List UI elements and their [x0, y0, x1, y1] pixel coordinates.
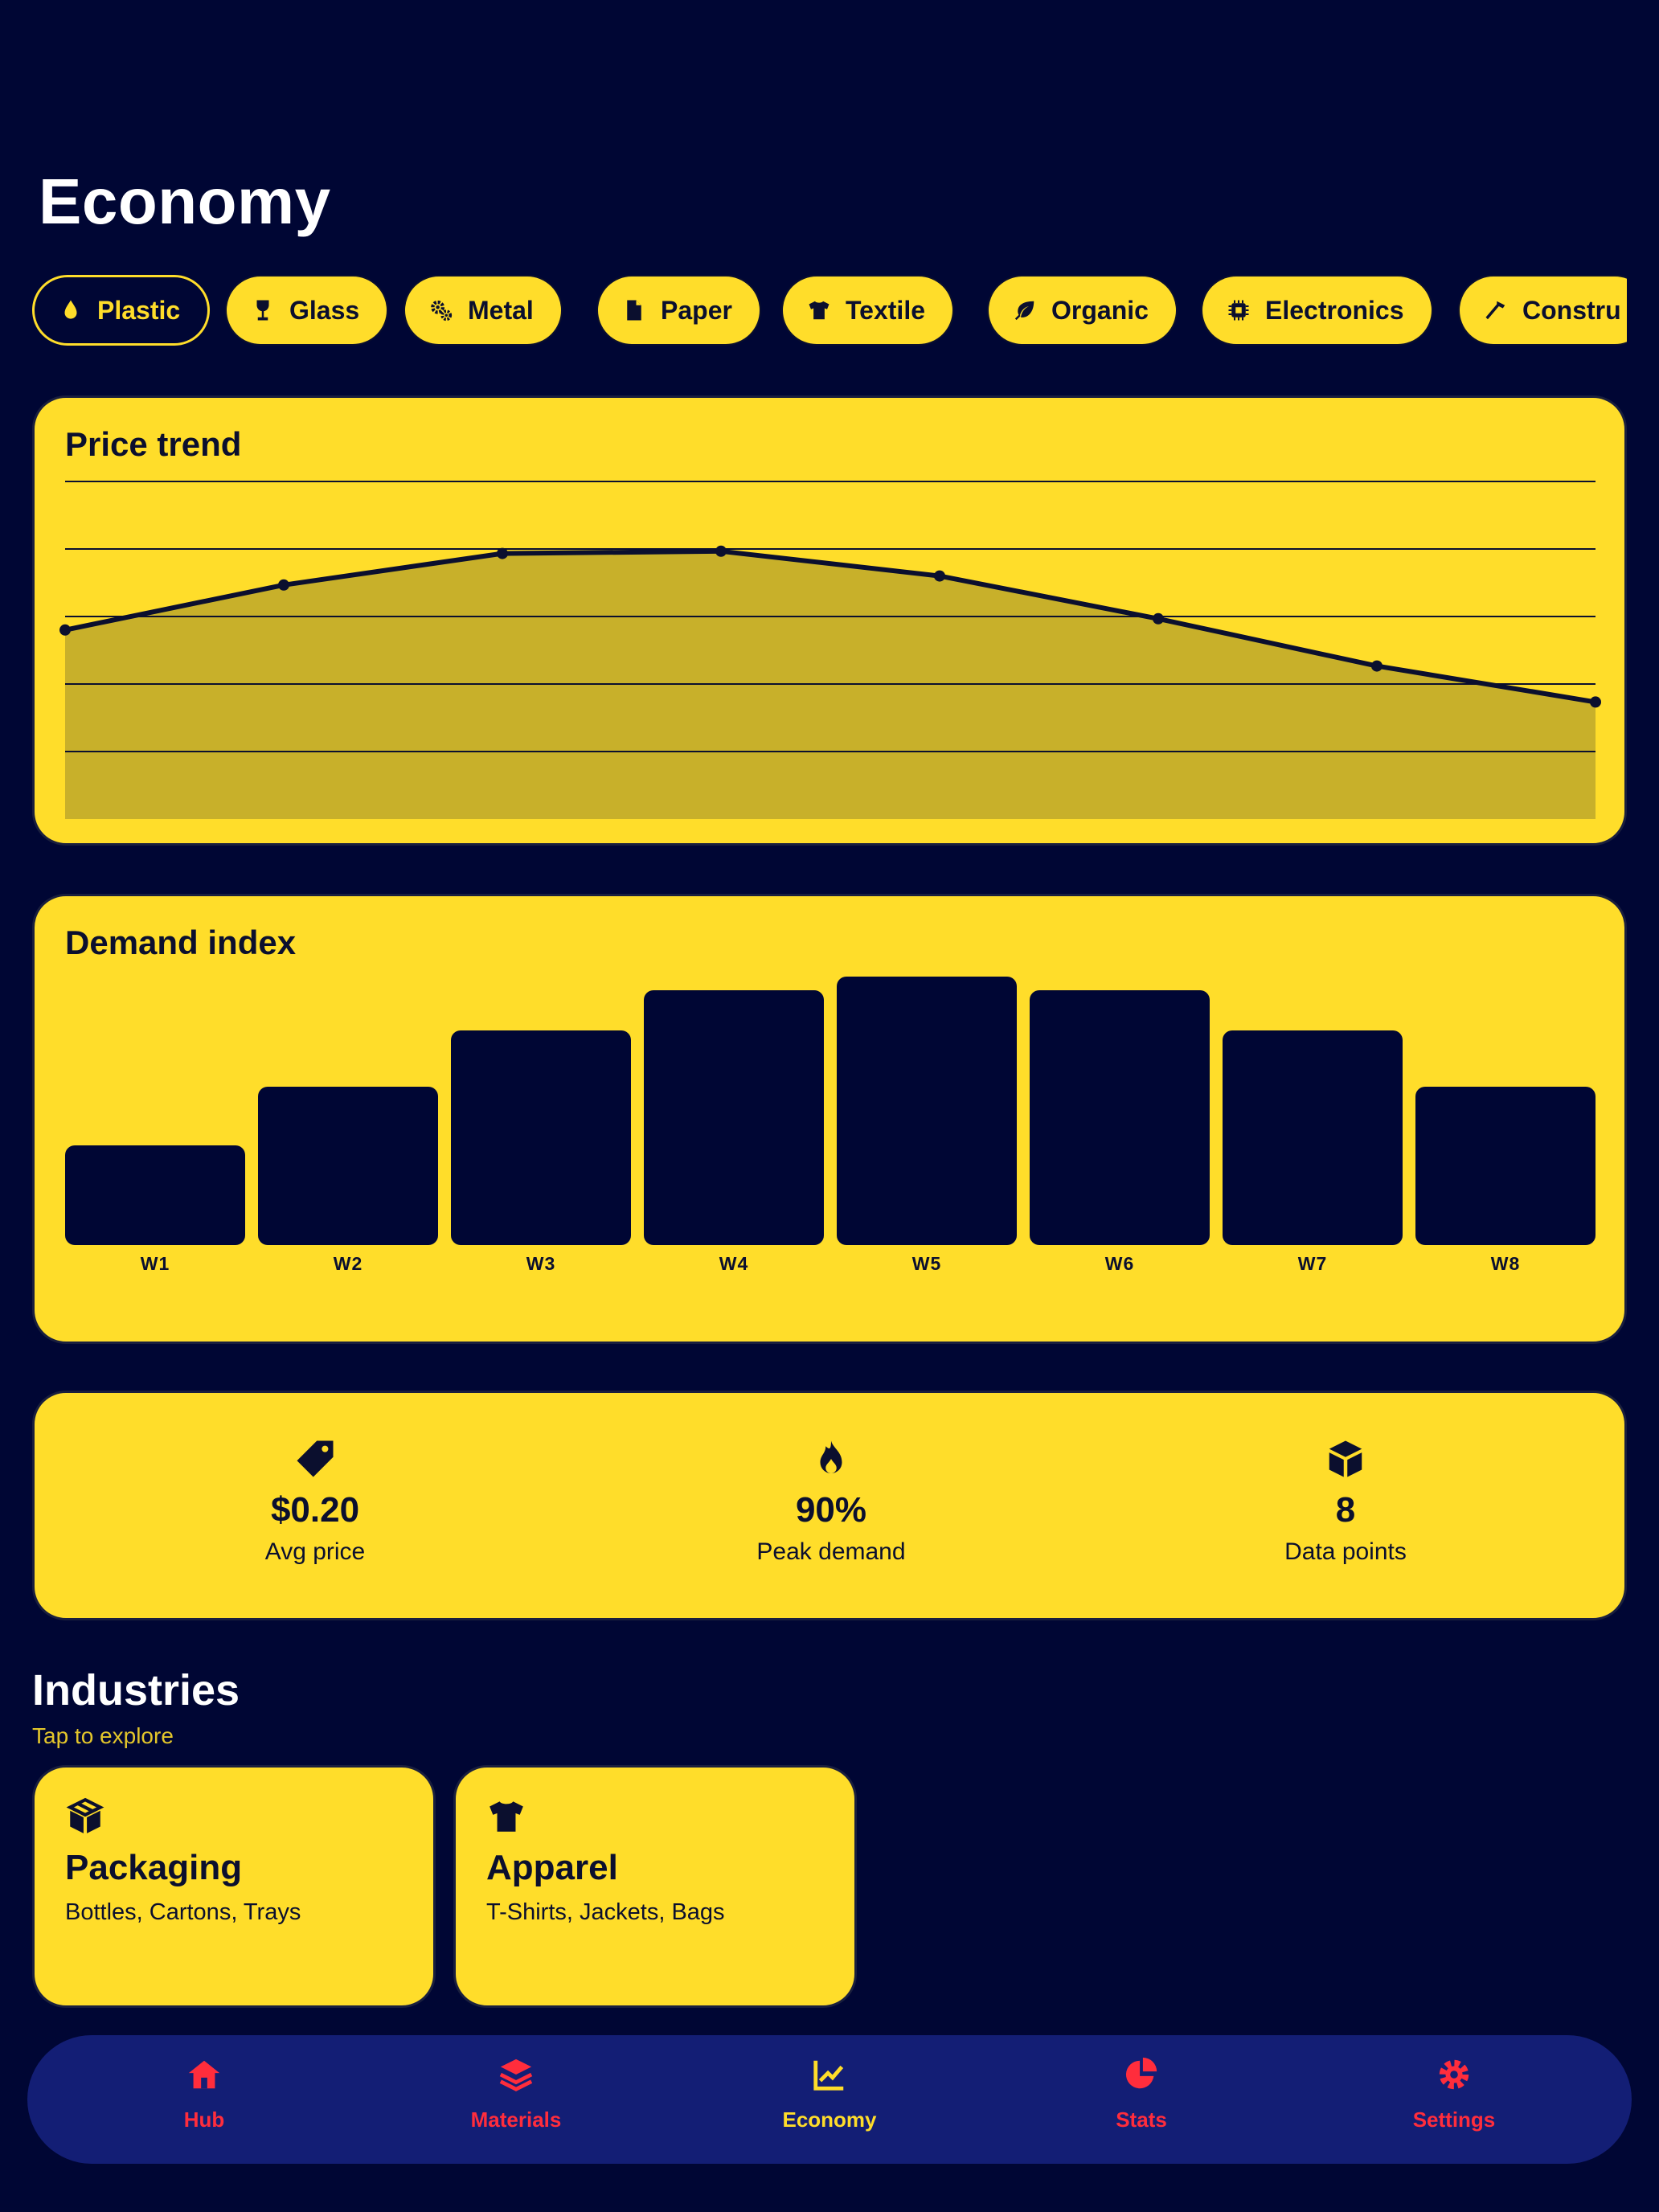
- chart-line-icon: [813, 2060, 844, 2091]
- page-title: Economy: [39, 166, 331, 237]
- demand-bar-label: W4: [719, 1253, 749, 1274]
- box-icon: [66, 1797, 104, 1833]
- demand-bar-label: W5: [911, 1253, 942, 1274]
- chip-plastic[interactable]: Plastic: [32, 275, 211, 346]
- price-point: [934, 570, 945, 582]
- industry-subtitle: T-Shirts, Jackets, Bags: [486, 1899, 725, 1925]
- chip-label: Electronics: [1265, 295, 1404, 325]
- price-point: [1590, 696, 1601, 708]
- wine-glass-icon: [256, 300, 269, 321]
- industry-card-packaging[interactable]: Packaging Bottles, Cartons, Trays: [32, 1765, 436, 2008]
- nav-item-settings[interactable]: Settings: [1333, 2056, 1575, 2132]
- stat-label: Avg price: [264, 1538, 366, 1565]
- chip-label: Organic: [1051, 295, 1149, 325]
- chip-metal[interactable]: Metal: [403, 275, 563, 346]
- cube-icon: [1329, 1440, 1362, 1477]
- demand-bar-label: W7: [1297, 1253, 1328, 1274]
- industry-subtitle: Bottles, Cartons, Trays: [65, 1899, 301, 1925]
- nav-item-materials[interactable]: Materials: [395, 2056, 637, 2132]
- stats-card: $0.20 Avg price 90% Peak demand 8 Data p…: [32, 1391, 1627, 1620]
- nav-label: Stats: [1116, 2108, 1167, 2132]
- leaf-icon: [1014, 301, 1034, 321]
- file-icon: [627, 300, 641, 321]
- demand-bar: [1415, 1086, 1596, 1245]
- demand-bar: [65, 1145, 245, 1245]
- chip-organic[interactable]: Organic: [987, 275, 1178, 346]
- droplet-icon: [64, 300, 77, 319]
- industry-title: Apparel: [486, 1848, 618, 1887]
- demand-bar-label: W2: [333, 1253, 363, 1274]
- stat-value: 90%: [795, 1490, 867, 1530]
- demand-bar: [258, 1086, 438, 1245]
- nav-label: Settings: [1412, 2108, 1496, 2132]
- price-point: [1153, 612, 1164, 625]
- hammer-icon: [1485, 301, 1505, 320]
- nav-label: Materials: [470, 2108, 562, 2132]
- stat-data-points: 8 Data points: [1185, 1437, 1506, 1566]
- demand-bar: [644, 989, 824, 1245]
- nav-item-stats[interactable]: Stats: [1021, 2056, 1262, 2132]
- industries-title: Industries: [32, 1666, 240, 1714]
- price-point: [59, 624, 71, 636]
- price-trend-card: Price trend: [32, 395, 1627, 846]
- layers-icon: [499, 2058, 533, 2091]
- chip-electronics[interactable]: Electronics: [1201, 275, 1433, 346]
- demand-index-card: Demand index W1 W2 W3 W4 W5 W6 W7 W8: [32, 894, 1627, 1344]
- demand-bar: [837, 977, 1017, 1245]
- chip-textile[interactable]: Textile: [781, 275, 954, 346]
- nav-label: Hub: [183, 2108, 225, 2132]
- chip-glass[interactable]: Glass: [225, 275, 389, 346]
- shirt-icon: [809, 301, 830, 320]
- chip-paper[interactable]: Paper: [596, 275, 761, 346]
- industry-card-apparel[interactable]: Apparel T-Shirts, Jackets, Bags: [453, 1765, 857, 2008]
- demand-index-chart: W1 W2 W3 W4 W5 W6 W7 W8: [35, 896, 1624, 1342]
- chip-label: Paper: [661, 295, 732, 325]
- chip-label: Constru: [1522, 295, 1621, 325]
- industries-subtitle: Tap to explore: [32, 1723, 174, 1748]
- stat-value: 8: [1335, 1490, 1356, 1530]
- stat-label: Peak demand: [756, 1538, 906, 1565]
- demand-bar: [451, 1030, 631, 1245]
- chip-label: Glass: [289, 295, 360, 325]
- demand-bar: [1223, 1030, 1403, 1245]
- chip-icon: [1228, 300, 1249, 321]
- nav-label: Economy: [782, 2108, 877, 2132]
- price-point: [497, 547, 508, 559]
- chip-construction[interactable]: Constru: [1458, 275, 1627, 346]
- price-trend-chart: [59, 481, 1601, 819]
- chip-label: Textile: [846, 295, 925, 325]
- stat-value: $0.20: [270, 1490, 360, 1530]
- gears-icon: [431, 300, 453, 322]
- demand-bar-label: W8: [1490, 1253, 1521, 1274]
- tag-icon: [297, 1440, 334, 1477]
- price-point: [1371, 660, 1382, 672]
- price-point: [278, 579, 289, 591]
- industry-title: Packaging: [65, 1848, 243, 1887]
- price-area-fill: [65, 551, 1596, 819]
- stat-avg-price: $0.20 Avg price: [154, 1437, 476, 1566]
- gear-icon: [1439, 2059, 1469, 2090]
- demand-bar-label: W1: [140, 1253, 170, 1274]
- pie-chart-icon: [1125, 2057, 1157, 2089]
- chip-label: Metal: [468, 295, 534, 325]
- material-filter-chips: Plastic Glass Metal Paper Textile Organi…: [32, 273, 1627, 347]
- price-point: [715, 545, 727, 557]
- house-icon: [188, 2060, 220, 2089]
- nav-item-economy[interactable]: Economy: [709, 2056, 950, 2132]
- shirt-icon: [490, 1801, 523, 1832]
- stat-label: Data points: [1284, 1538, 1407, 1565]
- stat-peak-demand: 90% Peak demand: [670, 1437, 992, 1566]
- chip-label: Plastic: [97, 295, 181, 325]
- bottom-navigation: Hub Materials Economy Stats Settings: [27, 2035, 1632, 2164]
- demand-bar-label: W3: [526, 1253, 556, 1274]
- demand-bar-label: W6: [1104, 1253, 1135, 1274]
- demand-bar: [1030, 989, 1210, 1245]
- fire-icon: [820, 1440, 842, 1473]
- nav-item-hub[interactable]: Hub: [84, 2056, 325, 2132]
